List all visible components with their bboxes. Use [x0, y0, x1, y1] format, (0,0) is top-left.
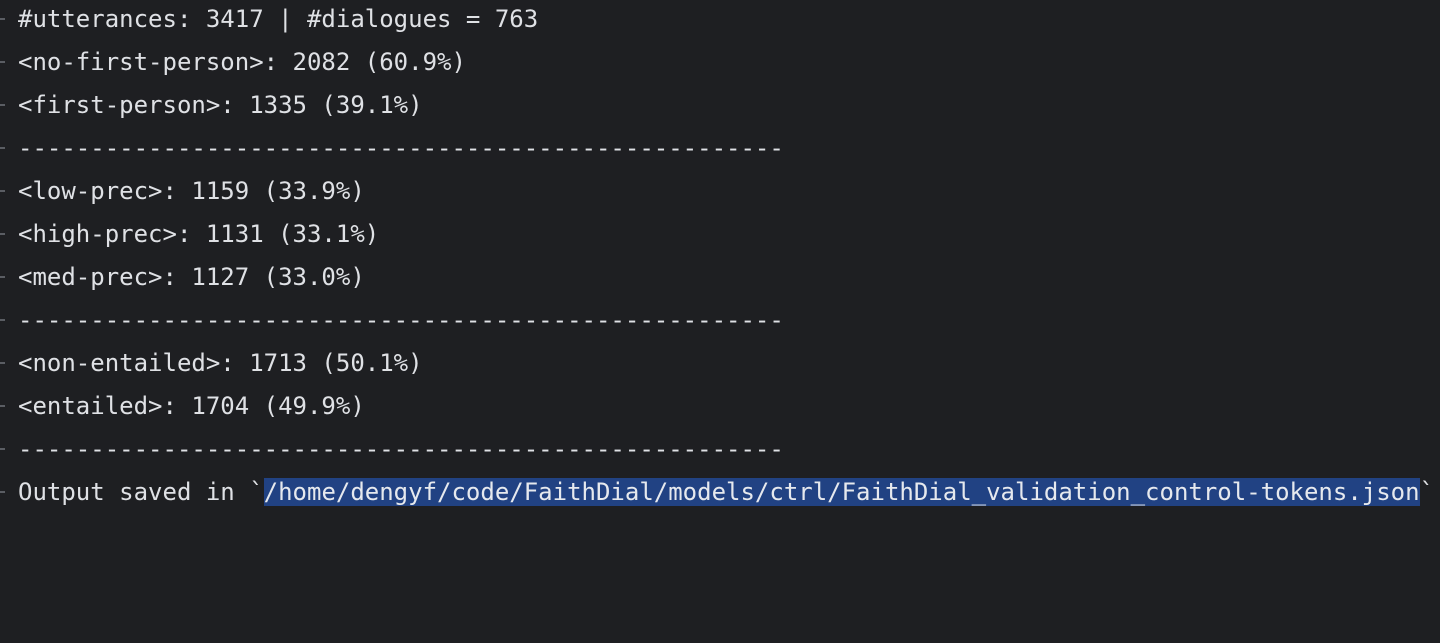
console-line-output-saved: Output saved in `/home/dengyf/code/Faith…: [0, 471, 1434, 514]
gutter-marker: [0, 405, 5, 407]
gutter-marker: [0, 147, 5, 149]
med-prec-text: <med-prec>: 1127 (33.0%): [18, 263, 365, 291]
console-line-high-prec: <high-prec>: 1131 (33.1%): [0, 213, 379, 256]
output-suffix: `: [1419, 478, 1435, 506]
console-line-entailed: <entailed>: 1704 (49.9%): [0, 385, 365, 428]
output-path-link[interactable]: /home/dengyf/code/FaithDial/models/ctrl/…: [263, 478, 1420, 506]
gutter-marker: [0, 233, 5, 235]
gutter-marker: [0, 18, 5, 20]
stats-text: #utterances: 3417 | #dialogues = 763: [18, 5, 539, 33]
console-line-separator-2: ----------------------------------------…: [0, 299, 784, 342]
console-line-first-person: <first-person>: 1335 (39.1%): [0, 84, 423, 127]
first-person-text: <first-person>: 1335 (39.1%): [18, 91, 423, 119]
gutter-marker: [0, 61, 5, 63]
gutter-marker: [0, 319, 5, 321]
gutter-marker: [0, 491, 5, 493]
high-prec-text: <high-prec>: 1131 (33.1%): [18, 220, 380, 248]
console-line-med-prec: <med-prec>: 1127 (33.0%): [0, 256, 365, 299]
separator-text: ----------------------------------------…: [18, 306, 784, 334]
console-line-stats: #utterances: 3417 | #dialogues = 763: [0, 0, 538, 41]
console-line-no-first-person: <no-first-person>: 2082 (60.9%): [0, 41, 466, 84]
gutter-marker: [0, 104, 5, 106]
console-line-non-entailed: <non-entailed>: 1713 (50.1%): [0, 342, 423, 385]
gutter-marker: [0, 190, 5, 192]
console-line-separator-1: ----------------------------------------…: [0, 127, 784, 170]
console-line-low-prec: <low-prec>: 1159 (33.9%): [0, 170, 365, 213]
low-prec-text: <low-prec>: 1159 (33.9%): [18, 177, 365, 205]
output-saved-text: Output saved in `/home/dengyf/code/Faith…: [18, 471, 1434, 514]
gutter-marker: [0, 448, 5, 450]
gutter-marker: [0, 276, 5, 278]
console-line-separator-3: ----------------------------------------…: [0, 428, 784, 471]
output-prefix: Output saved in `: [18, 478, 264, 506]
non-entailed-text: <non-entailed>: 1713 (50.1%): [18, 349, 423, 377]
entailed-text: <entailed>: 1704 (49.9%): [18, 392, 365, 420]
run-console-output[interactable]: #utterances: 3417 | #dialogues = 763 <no…: [0, 0, 1440, 533]
separator-text: ----------------------------------------…: [18, 435, 784, 463]
separator-text: ----------------------------------------…: [18, 134, 784, 162]
gutter-marker: [0, 362, 5, 364]
no-first-person-text: <no-first-person>: 2082 (60.9%): [18, 48, 466, 76]
